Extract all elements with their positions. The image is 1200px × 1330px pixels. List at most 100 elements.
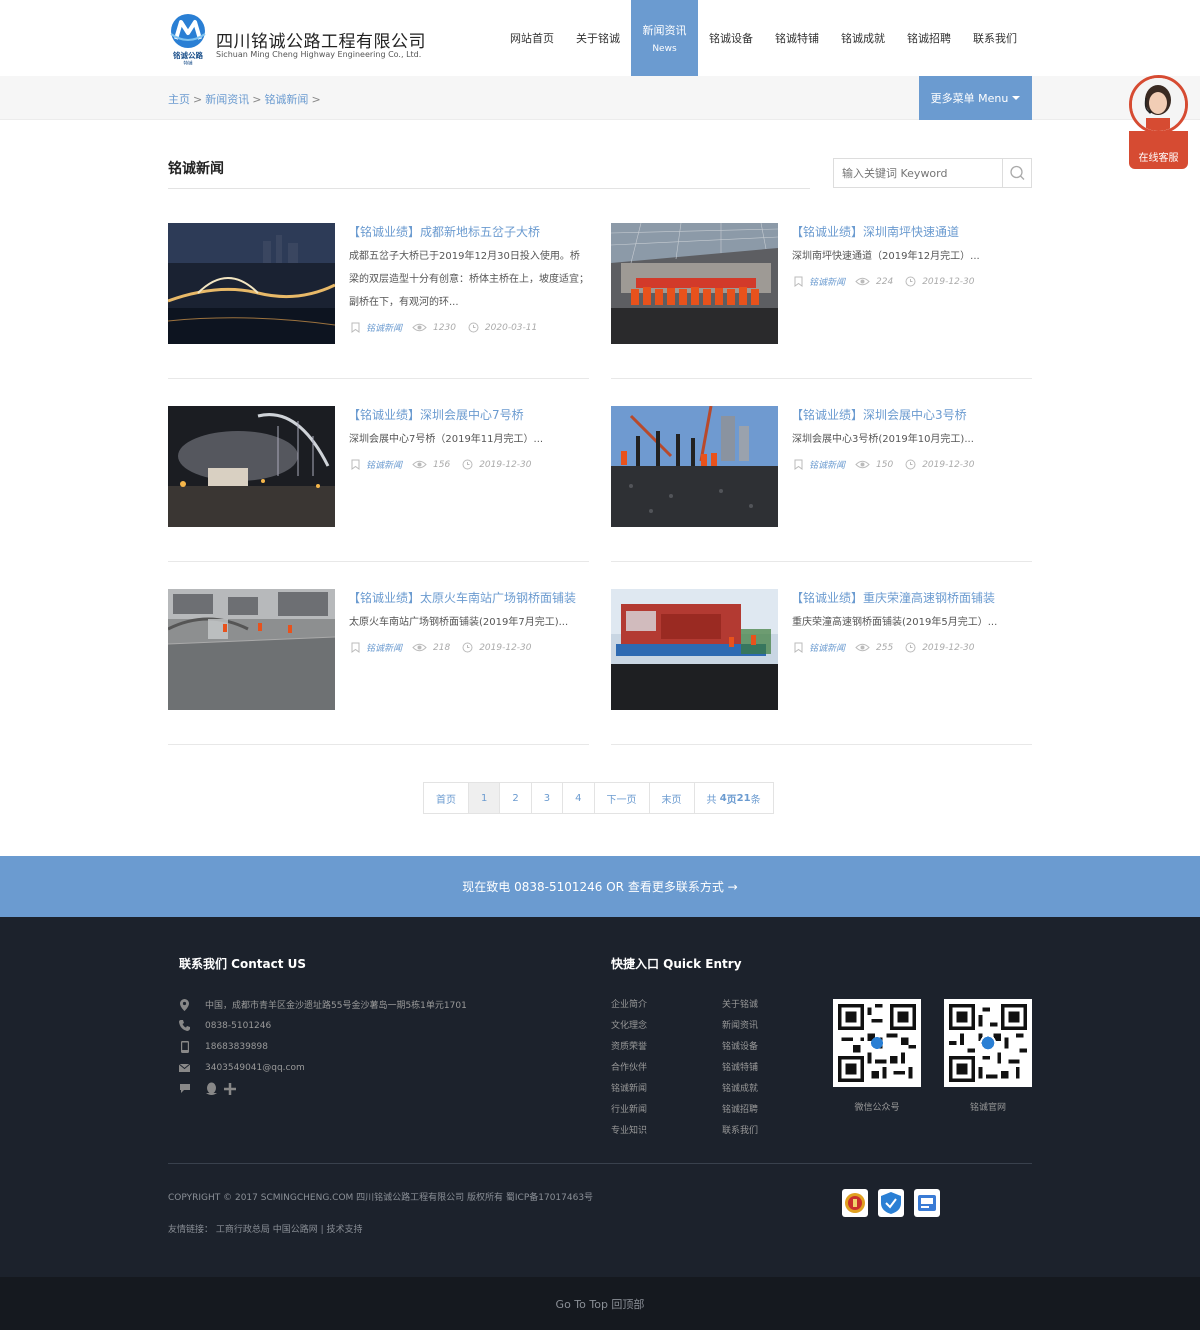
online-service-label: 在线客服 — [1129, 131, 1188, 169]
bookmark-icon — [794, 642, 803, 653]
footer-link[interactable]: 新闻资讯 — [722, 1018, 758, 1031]
footer-link[interactable]: 合作伙伴 — [611, 1060, 647, 1073]
pagination: 首页 1 2 3 4 下一页 末页 共 4 页 21 条 — [423, 782, 774, 814]
trust-shield-icon[interactable] — [878, 1189, 904, 1217]
pager-next[interactable]: 下一页 — [595, 783, 650, 813]
news-category[interactable]: 铭诚新闻 — [366, 321, 402, 334]
call-banner[interactable]: 现在致电 0838-5101246 OR 查看更多联系方式 → — [0, 856, 1200, 917]
online-service-widget[interactable]: 在线客服 — [1129, 75, 1188, 169]
footer-quick-title: 快捷入口 Quick Entry — [611, 957, 742, 971]
police-badge-icon[interactable] — [842, 1189, 868, 1217]
copyright-text: COPYRIGHT © 2017 SCMINGCHENG.COM 四川铭诚公路工… — [168, 1193, 594, 1203]
nav-achievements[interactable]: 铭诚成就 — [830, 0, 896, 76]
footer-link[interactable]: 关于铭诚 — [722, 997, 758, 1010]
footer-link[interactable]: 铭诚新闻 — [611, 1081, 647, 1094]
certification-badges — [842, 1189, 940, 1217]
news-item[interactable]: 【铭诚业绩】太原火车南站广场钢桥面铺装 太原火车南站广场钢桥面铺装(2019年7… — [168, 589, 589, 745]
bookmark-icon — [351, 459, 360, 470]
search-button[interactable] — [1002, 159, 1031, 187]
station-paving-photo — [168, 589, 335, 710]
pager-total: 共 4 页 21 条 — [706, 792, 761, 806]
news-date: 2019-12-30 — [922, 459, 975, 470]
nav-contact[interactable]: 联系我们 — [962, 0, 1028, 76]
nav-equipment[interactable]: 铭诚设备 — [698, 0, 764, 76]
news-category[interactable]: 铭诚新闻 — [366, 641, 402, 654]
site-footer: 联系我们 Contact US 中国，成都市青羊区金沙遗址路55号金沙薯岛一期5… — [0, 917, 1200, 1277]
more-menu-button[interactable]: 更多菜单 Menu — [919, 76, 1032, 120]
breadcrumb: 主页 > 新闻资讯 > 铭诚新闻 > — [168, 93, 321, 106]
wechat-qr-code — [833, 999, 921, 1087]
eye-icon — [412, 323, 427, 332]
search-input[interactable] — [834, 159, 1002, 187]
breadcrumb-home[interactable]: 主页 — [168, 93, 190, 106]
news-thumbnail[interactable] — [168, 223, 335, 344]
pager-page-4[interactable]: 4 — [563, 783, 595, 813]
footer-link[interactable]: 铭诚特铺 — [722, 1060, 758, 1073]
qq-icon[interactable] — [205, 1082, 218, 1096]
website-qr-code — [944, 999, 1032, 1087]
news-title[interactable]: 【铭诚业绩】太原火车南站广场钢桥面铺装 — [348, 589, 576, 606]
go-to-top-button[interactable]: Go To Top 回顶部 — [0, 1277, 1200, 1330]
news-category[interactable]: 铭诚新闻 — [809, 275, 845, 288]
eye-icon — [855, 460, 870, 469]
nav-paving[interactable]: 铭诚特铺 — [764, 0, 830, 76]
footer-link[interactable]: 文化理念 — [611, 1018, 647, 1031]
site-logo[interactable]: 铭诚公路 特铺 四川铭诚公路工程有限公司 Sichuan Ming Cheng … — [168, 13, 426, 65]
nav-jobs[interactable]: 铭诚招聘 — [896, 0, 962, 76]
mobile-icon — [180, 1040, 189, 1053]
agent-portrait-icon — [1132, 78, 1185, 131]
verified-site-icon[interactable] — [914, 1189, 940, 1217]
wechat-qr-label: 微信公众号 — [854, 1103, 900, 1113]
footer-link[interactable]: 专业知识 — [611, 1123, 647, 1136]
footer-link[interactable]: 资质荣誉 — [611, 1039, 647, 1052]
pager-page-1[interactable]: 1 — [469, 783, 501, 813]
nav-news[interactable]: 新闻资讯 News — [631, 0, 698, 76]
plus-icon[interactable] — [224, 1082, 236, 1095]
footer-link[interactable]: 行业新闻 — [611, 1102, 647, 1115]
pager-first[interactable]: 首页 — [424, 783, 469, 813]
website-qr-label: 铭诚官网 — [969, 1103, 1006, 1113]
news-item[interactable]: 【铭诚业绩】深圳会展中心7号桥 深圳会展中心7号桥（2019年11月完工）...… — [168, 406, 589, 562]
news-views: 255 — [876, 642, 894, 653]
news-title[interactable]: 【铭诚业绩】重庆荣潼高速钢桥面铺装 — [791, 589, 995, 606]
news-summary: 深圳会展中心3号桥(2019年10月完工)... — [792, 434, 974, 445]
nav-home[interactable]: 网站首页 — [499, 0, 565, 76]
bookmark-icon — [794, 276, 803, 287]
footer-contact-list: 中国，成都市青羊区金沙遗址路55号金沙薯岛一期5栋1单元1701 0838-51… — [178, 994, 467, 1099]
news-item[interactable]: 【铭诚业绩】成都新地标五岔子大桥 成都五岔子大桥已于2019年12月30日投入使… — [168, 223, 589, 379]
clock-icon — [462, 459, 473, 470]
news-thumbnail[interactable] — [611, 589, 778, 710]
news-category[interactable]: 铭诚新闻 — [809, 641, 845, 654]
pager-page-3[interactable]: 3 — [532, 783, 564, 813]
news-item[interactable]: 【铭诚业绩】重庆荣潼高速钢桥面铺装 重庆荣潼高速钢桥面铺装(2019年5月完工）… — [611, 589, 1032, 745]
news-item[interactable]: 【铭诚业绩】深圳南坪快速通道 深圳南坪快速通道（2019年12月完工）... 铭… — [611, 223, 1032, 379]
news-date: 2019-12-30 — [922, 642, 975, 653]
news-category[interactable]: 铭诚新闻 — [809, 458, 845, 471]
news-title[interactable]: 【铭诚业绩】深圳会展中心3号桥 — [791, 406, 967, 423]
pager-last[interactable]: 末页 — [650, 783, 695, 813]
breadcrumb-company-news[interactable]: 铭诚新闻 — [264, 93, 308, 106]
news-thumbnail[interactable] — [168, 589, 335, 710]
news-thumbnail[interactable] — [611, 406, 778, 527]
eye-icon — [412, 643, 427, 652]
nav-about[interactable]: 关于铭诚 — [565, 0, 631, 76]
news-meta: 铭诚新闻 224 2019-12-30 — [794, 275, 975, 288]
news-thumbnail[interactable] — [611, 223, 778, 344]
news-item[interactable]: 【铭诚业绩】深圳会展中心3号桥 深圳会展中心3号桥(2019年10月完工)...… — [611, 406, 1032, 562]
breadcrumb-news[interactable]: 新闻资讯 — [205, 93, 249, 106]
news-thumbnail[interactable] — [168, 406, 335, 527]
friend-links[interactable]: 友情链接： 工商行政总局 中国公路网 | 技术支持 — [168, 1222, 362, 1235]
news-title[interactable]: 【铭诚业绩】深圳会展中心7号桥 — [348, 406, 524, 423]
news-date: 2019-12-30 — [479, 642, 532, 653]
news-category[interactable]: 铭诚新闻 — [366, 458, 402, 471]
news-title[interactable]: 【铭诚业绩】深圳南坪快速通道 — [791, 223, 959, 240]
footer-link[interactable]: 铭诚成就 — [722, 1081, 758, 1094]
footer-link[interactable]: 企业简介 — [611, 997, 647, 1010]
pager-page-2[interactable]: 2 — [500, 783, 532, 813]
footer-link[interactable]: 铭诚招聘 — [722, 1102, 758, 1115]
footer-link[interactable]: 铭诚设备 — [722, 1039, 758, 1052]
news-title[interactable]: 【铭诚业绩】成都新地标五岔子大桥 — [348, 223, 540, 240]
footer-link[interactable]: 联系我们 — [722, 1123, 758, 1136]
news-summary: 太原火车南站广场钢桥面铺装(2019年7月完工)... — [349, 617, 569, 628]
eye-icon — [412, 460, 427, 469]
